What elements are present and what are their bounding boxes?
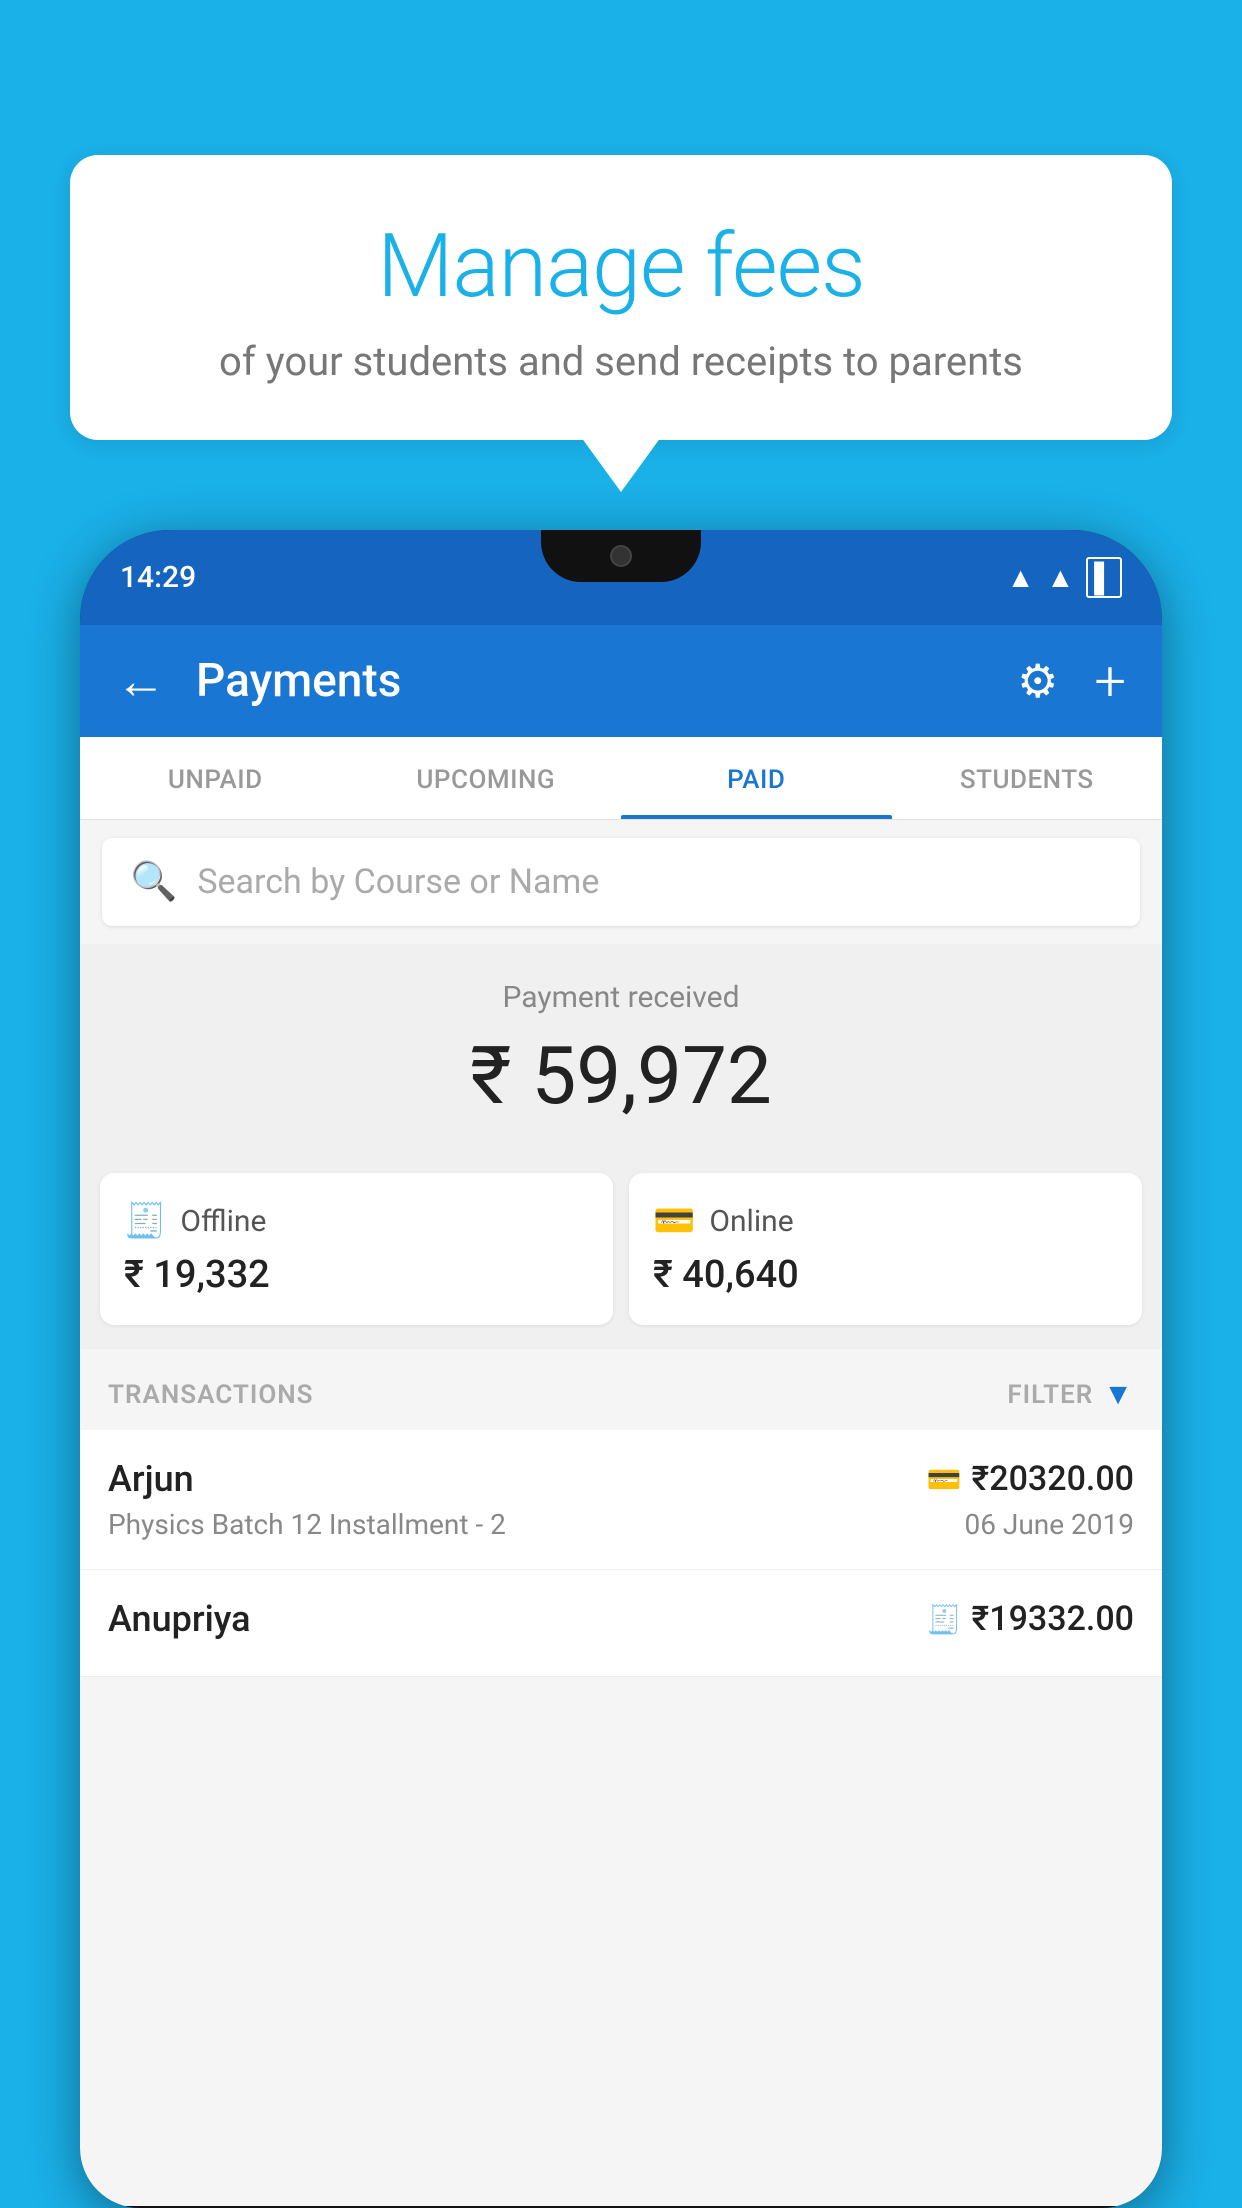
battery-icon: ▌ (1086, 557, 1122, 598)
transaction-name-anupriya: Anupriya (108, 1598, 251, 1640)
online-label: Online (709, 1204, 793, 1239)
transactions-label: TRANSACTIONS (108, 1380, 314, 1410)
transaction-bottom-arjun: Physics Batch 12 Installment - 2 06 June… (108, 1508, 1134, 1541)
tab-upcoming[interactable]: UPCOMING (351, 737, 622, 819)
wifi-icon: ▲ (1007, 561, 1035, 594)
table-row[interactable]: Anupriya 🧾 ₹19332.00 (80, 1570, 1162, 1677)
search-placeholder: Search by Course or Name (197, 862, 599, 902)
camera (610, 545, 632, 567)
screen-content: 🔍 Search by Course or Name Payment recei… (80, 820, 1162, 2206)
tab-paid[interactable]: PAID (621, 737, 892, 819)
transaction-name-arjun: Arjun (108, 1458, 194, 1500)
notch (541, 530, 701, 582)
table-row[interactable]: Arjun 💳 ₹20320.00 Physics Batch 12 Insta… (80, 1430, 1162, 1570)
background: Manage fees of your students and send re… (0, 0, 1242, 2208)
transaction-top-anupriya: Anupriya 🧾 ₹19332.00 (108, 1598, 1134, 1640)
offline-label: Offline (180, 1204, 266, 1239)
online-amount: ₹ 40,640 (653, 1253, 1118, 1297)
app-bar-title: Payments (196, 654, 987, 708)
offline-amount: ₹ 19,332 (124, 1253, 589, 1297)
payment-cards: 🧾 Offline ₹ 19,332 💳 Online ₹ 40,640 (80, 1153, 1162, 1349)
speech-bubble: Manage fees of your students and send re… (70, 155, 1172, 440)
app-bar-actions: ⚙ + (1017, 648, 1126, 714)
transaction-top-arjun: Arjun 💳 ₹20320.00 (108, 1458, 1134, 1500)
settings-icon[interactable]: ⚙ (1017, 654, 1058, 709)
status-icons: ▲ ▲ ▌ (1007, 557, 1122, 598)
tab-unpaid[interactable]: UNPAID (80, 737, 351, 819)
app-bar: ← Payments ⚙ + (80, 625, 1162, 737)
phone-frame: 14:29 ▲ ▲ ▌ ← Payments ⚙ + UNPAI (80, 530, 1162, 2208)
transaction-desc-arjun: Physics Batch 12 Installment - 2 (108, 1508, 506, 1541)
payment-label: Payment received (100, 980, 1142, 1015)
transaction-amount-anupriya: 🧾 ₹19332.00 (927, 1599, 1134, 1639)
filter-button[interactable]: FILTER ▼ (1007, 1377, 1134, 1412)
speech-bubble-subtitle: of your students and send receipts to pa… (120, 338, 1122, 385)
transactions-header: TRANSACTIONS FILTER ▼ (80, 1349, 1162, 1430)
search-bar[interactable]: 🔍 Search by Course or Name (102, 838, 1140, 926)
payment-summary: Payment received ₹ 59,972 (80, 944, 1162, 1153)
back-button[interactable]: ← (116, 652, 166, 711)
filter-icon: ▼ (1103, 1377, 1134, 1412)
online-card-header: 💳 Online (653, 1201, 1118, 1241)
search-icon: 🔍 (130, 860, 177, 904)
offline-icon: 🧾 (124, 1201, 166, 1241)
speech-bubble-title: Manage fees (120, 215, 1122, 318)
transaction-amount-arjun: 💳 ₹20320.00 (927, 1459, 1134, 1499)
transaction-date-arjun: 06 June 2019 (964, 1508, 1134, 1541)
online-icon: 💳 (653, 1201, 695, 1241)
add-icon[interactable]: + (1094, 648, 1126, 714)
status-bar: 14:29 ▲ ▲ ▌ (80, 530, 1162, 625)
offline-card: 🧾 Offline ₹ 19,332 (100, 1173, 613, 1325)
tab-students[interactable]: STUDENTS (892, 737, 1163, 819)
signal-icon: ▲ (1046, 561, 1074, 594)
online-card: 💳 Online ₹ 40,640 (629, 1173, 1142, 1325)
offline-card-header: 🧾 Offline (124, 1201, 589, 1241)
status-time: 14:29 (120, 560, 196, 595)
filter-label: FILTER (1007, 1380, 1093, 1410)
payment-amount: ₹ 59,972 (100, 1029, 1142, 1123)
tabs-container: UNPAID UPCOMING PAID STUDENTS (80, 737, 1162, 820)
offline-pay-icon: 🧾 (927, 1603, 962, 1636)
online-pay-icon: 💳 (927, 1463, 962, 1496)
